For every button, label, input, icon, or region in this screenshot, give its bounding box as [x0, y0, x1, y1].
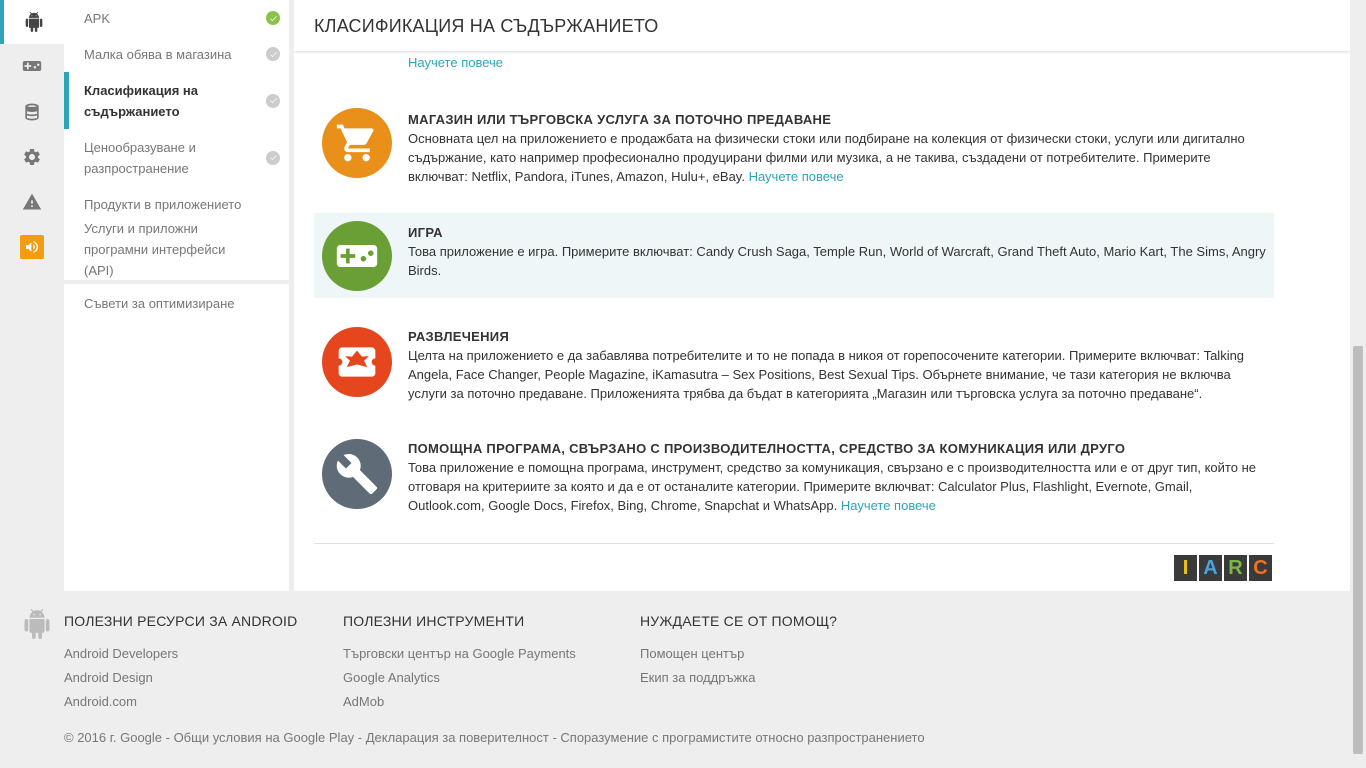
- footer-link[interactable]: Android.com: [64, 690, 297, 714]
- category-icon-circle: [322, 439, 392, 509]
- subnav-item-apk[interactable]: APK: [64, 0, 289, 36]
- check-complete-icon: [266, 11, 280, 25]
- category-title: РАЗВЛЕЧЕНИЯ: [408, 329, 510, 344]
- subnav-item-pricing[interactable]: Ценообразуване и разпространение: [64, 129, 289, 186]
- database-icon: [25, 103, 39, 121]
- subnav: APK Малка обява в магазина Класификация …: [64, 0, 289, 591]
- category-description: Това приложение е игра. Примерите включв…: [408, 244, 1266, 278]
- page-title: КЛАСИФИКАЦИЯ НА СЪДЪРЖАНИЕТО: [294, 0, 1350, 51]
- subnav-item-label: Класификация на съдържанието: [84, 82, 199, 119]
- gamepad-icon: [336, 245, 378, 267]
- category-game-option[interactable]: ИГРА Това приложение е игра. Примерите в…: [314, 213, 1274, 298]
- footer-link[interactable]: Android Developers: [64, 642, 297, 666]
- subnav-item-label: Малка обява в магазина: [84, 46, 232, 62]
- iarc-letter: A: [1199, 555, 1222, 581]
- category-title: ИГРА: [408, 225, 443, 240]
- category-utility-option[interactable]: ПОМОЩНА ПРОГРАМА, СВЪРЗАНО С ПРОИЗВОДИТЕ…: [314, 439, 1274, 529]
- footer-link[interactable]: AdMob: [343, 690, 576, 714]
- copyright-text[interactable]: © 2016 г. Google - Общи условия на Googl…: [64, 730, 925, 745]
- subnav-item-optimization-tips[interactable]: Съвети за оптимизиране: [64, 284, 289, 323]
- footer-column-tools: ПОЛЕЗНИ ИНСТРУМЕНТИ Търговски център на …: [343, 613, 576, 714]
- gamepad-icon: [22, 61, 42, 71]
- footer-link[interactable]: Google Analytics: [343, 666, 576, 690]
- learn-more-link[interactable]: Научете повече: [841, 498, 936, 513]
- category-description: Основната цел на приложението е продажба…: [408, 131, 1245, 184]
- subnav-item-label: Съвети за оптимизиране: [84, 296, 235, 311]
- rail-item-games[interactable]: [0, 44, 64, 88]
- ticket-icon: [338, 347, 376, 377]
- footer-heading: ПОЛЕЗНИ ИНСТРУМЕНТИ: [343, 613, 525, 629]
- iarc-letter: I: [1174, 555, 1197, 581]
- divider: [314, 543, 1274, 544]
- footer-link[interactable]: Помощен център: [640, 642, 837, 666]
- cart-icon: [336, 124, 374, 162]
- main-content: КЛАСИФИКАЦИЯ НА СЪДЪРЖАНИЕТО Научете пов…: [294, 0, 1350, 591]
- rail-item-settings[interactable]: [0, 135, 64, 179]
- category-body: РАЗВЛЕЧЕНИЯ Целта на приложението е да з…: [408, 327, 1266, 417]
- scrollbar-thumb[interactable]: [1353, 346, 1363, 754]
- rail-item-android[interactable]: [0, 0, 64, 44]
- category-description: Това приложение е помощна програма, инст…: [408, 460, 1256, 513]
- rail-item-promote[interactable]: [0, 225, 64, 269]
- android-icon: [25, 12, 43, 32]
- subnav-group-main: APK Малка обява в магазина Класификация …: [64, 0, 289, 284]
- megaphone-icon: [26, 241, 38, 253]
- footer-link[interactable]: Търговски център на Google Payments: [343, 642, 576, 666]
- category-body: ПОМОЩНА ПРОГРАМА, СВЪРЗАНО С ПРОИЗВОДИТЕ…: [408, 439, 1266, 529]
- footer-link[interactable]: Екип за поддръжка: [640, 666, 837, 690]
- wrench-icon: [336, 454, 378, 495]
- app-rail: [0, 0, 64, 591]
- category-body: ИГРА Това приложение е игра. Примерите в…: [408, 221, 1266, 298]
- subnav-item-content-rating[interactable]: Класификация на съдържанието: [64, 72, 289, 129]
- subnav-item-label: Продукти в приложението: [84, 196, 242, 212]
- subnav-item-label: APK: [84, 10, 111, 26]
- footer-heading: ПОЛЕЗНИ РЕСУРСИ ЗА ANDROID: [64, 613, 298, 629]
- footer-column-help: НУЖДАЕТЕ СЕ ОТ ПОМОЩ? Помощен център Еки…: [640, 613, 837, 690]
- rail-item-database[interactable]: [0, 90, 64, 134]
- warning-icon: [22, 193, 42, 210]
- subnav-item-store-listing[interactable]: Малка обява в магазина: [64, 36, 289, 72]
- learn-more-link[interactable]: Научете повече: [749, 169, 844, 184]
- category-icon-circle: [322, 327, 392, 397]
- footer-column-resources: ПОЛЕЗНИ РЕСУРСИ ЗА ANDROID Android Devel…: [64, 613, 297, 714]
- category-icon-circle: [322, 221, 392, 291]
- gear-icon: [24, 149, 40, 165]
- check-icon: [266, 93, 280, 108]
- megaphone-badge: [20, 235, 44, 259]
- category-entertainment-option[interactable]: РАЗВЛЕЧЕНИЯ Целта на приложението е да з…: [314, 327, 1274, 417]
- learn-more-link[interactable]: Научете повече: [408, 55, 503, 70]
- footer-link[interactable]: Android Design: [64, 666, 297, 690]
- category-body: МАГАЗИН ИЛИ ТЪРГОВСКА УСЛУГА ЗА ПОТОЧНО …: [408, 108, 1266, 198]
- category-title: ПОМОЩНА ПРОГРАМА, СВЪРЗАНО С ПРОИЗВОДИТЕ…: [408, 441, 1126, 456]
- iarc-letter: C: [1249, 555, 1272, 581]
- check-icon: [266, 47, 280, 61]
- scrollbar[interactable]: [1350, 0, 1366, 768]
- footer-heading: НУЖДАЕТЕ СЕ ОТ ПОМОЩ?: [640, 613, 838, 629]
- category-description: Целта на приложението е да забавлява пот…: [408, 348, 1245, 401]
- iarc-logo: I A R C: [1174, 555, 1272, 581]
- subnav-item-services-api[interactable]: Услуги и приложни програмни интерфейси (…: [64, 221, 289, 280]
- iarc-letter: R: [1224, 555, 1247, 581]
- subnav-item-label: Услуги и приложни програмни интерфейси (…: [84, 220, 226, 278]
- category-title: МАГАЗИН ИЛИ ТЪРГОВСКА УСЛУГА ЗА ПОТОЧНО …: [408, 112, 832, 127]
- rail-item-alerts[interactable]: [0, 180, 64, 224]
- category-store-option[interactable]: МАГАЗИН ИЛИ ТЪРГОВСКА УСЛУГА ЗА ПОТОЧНО …: [314, 108, 1274, 198]
- category-icon-circle: [322, 108, 392, 178]
- android-logo-icon: [24, 609, 50, 639]
- subnav-item-label: Ценообразуване и разпространение: [84, 139, 196, 176]
- check-icon: [266, 150, 280, 165]
